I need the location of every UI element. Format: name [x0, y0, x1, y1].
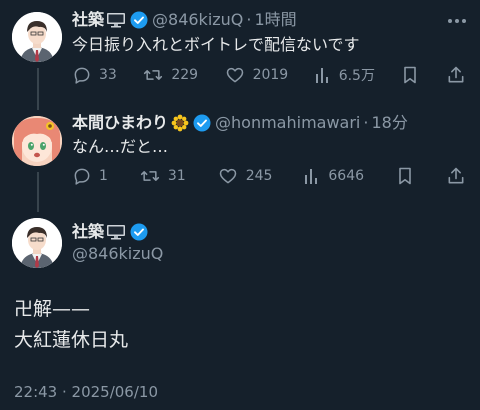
like-button[interactable]: 2019: [224, 65, 289, 85]
avatar-himawari[interactable]: [12, 116, 62, 166]
like-count: 245: [245, 168, 273, 184]
views-chart-icon: [305, 169, 318, 184]
tweet2-time[interactable]: 18分: [371, 113, 407, 133]
like-button[interactable]: 245: [217, 166, 273, 186]
sunflower-emoji: [171, 114, 189, 132]
reply-icon: [74, 67, 90, 84]
retweet-count: 31: [167, 168, 186, 184]
reply-count: 1: [99, 168, 108, 184]
verified-badge-icon: [130, 223, 148, 241]
views-count: 6646: [328, 168, 365, 184]
tweet1-actions: 33 229 2019 6.5万: [72, 63, 466, 87]
tweet1-text: 今日振り入れとボイトレで配信ないです: [72, 35, 360, 54]
focus-name-row: 社築: [72, 222, 148, 242]
share-button[interactable]: [446, 166, 466, 186]
share-icon: [448, 167, 464, 184]
tweet1-header: 社築 @846kizuQ · 1時間: [72, 10, 297, 30]
tweet2-separator: ·: [363, 113, 369, 132]
tweet-timestamp[interactable]: 22:43 · 2025/06/10: [14, 383, 158, 401]
tweet2-text: なん…だと…: [72, 137, 169, 156]
monitor-emoji: [106, 12, 126, 28]
retweet-button[interactable]: 31: [139, 166, 186, 186]
bookmark-button[interactable]: [400, 65, 420, 85]
bookmark-icon: [399, 167, 411, 185]
avatar-kizuQ-focus[interactable]: [12, 218, 62, 268]
heart-icon: [219, 168, 236, 184]
tweet1-handle[interactable]: @846kizuQ: [152, 10, 243, 30]
tweet1-separator: ·: [246, 10, 252, 29]
focus-display-name[interactable]: 社築: [72, 222, 104, 242]
tweet1-time[interactable]: 1時間: [255, 10, 297, 30]
like-count: 2019: [252, 67, 289, 83]
share-icon: [448, 66, 464, 83]
avatar-kizuQ[interactable]: [12, 12, 62, 62]
monitor-emoji: [106, 224, 126, 240]
retweet-button[interactable]: 229: [142, 65, 198, 85]
heart-icon: [226, 67, 243, 83]
bookmark-icon: [404, 66, 417, 84]
thread-line-2: [37, 172, 39, 212]
views-button[interactable]: 6.5万: [314, 65, 375, 85]
focus-text-line-2: 大紅蓮休日丸: [14, 329, 129, 351]
views-count: 6.5万: [338, 68, 375, 84]
reply-icon: [74, 168, 90, 185]
tweet1-display-name[interactable]: 社築: [72, 10, 104, 30]
tweet2-display-name[interactable]: 本間ひまわり: [72, 113, 168, 133]
focus-text-line-1: 卍解——: [14, 298, 91, 320]
views-chart-icon: [315, 68, 328, 83]
tweet2-header: 本間ひまわり @honmahimawari · 18分: [72, 113, 408, 133]
share-button[interactable]: [446, 65, 466, 85]
focus-handle[interactable]: @846kizuQ: [72, 244, 163, 263]
verified-badge-icon: [130, 11, 148, 29]
verified-badge-icon: [193, 114, 211, 132]
thread-line-1: [37, 68, 39, 110]
reply-count: 33: [99, 67, 117, 83]
reply-button[interactable]: 1: [72, 166, 108, 186]
views-button[interactable]: 6646: [303, 166, 364, 186]
tweet2-actions: 1 31 245 6646: [72, 164, 466, 188]
retweet-icon: [144, 70, 163, 80]
tweet2-handle[interactable]: @honmahimawari: [215, 113, 360, 133]
more-icon[interactable]: [448, 19, 466, 23]
retweet-count: 229: [171, 67, 199, 83]
reply-button[interactable]: 33: [72, 65, 117, 85]
bookmark-button[interactable]: [395, 166, 415, 186]
retweet-icon: [140, 171, 159, 181]
